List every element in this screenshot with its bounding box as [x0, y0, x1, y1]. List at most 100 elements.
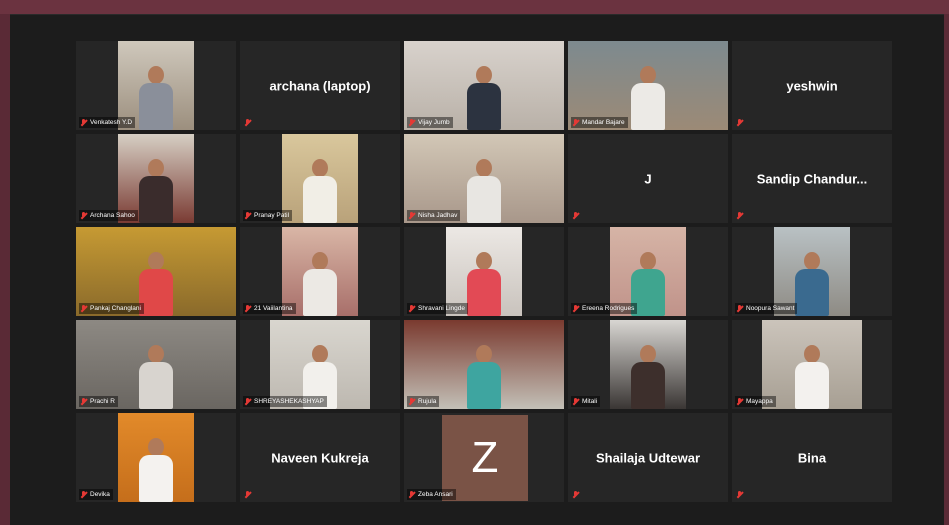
muted-mic-icon — [245, 118, 251, 127]
participant-name-label: Pankaj Changlani — [79, 303, 144, 314]
participant-head — [148, 252, 164, 270]
muted-mic-icon — [81, 304, 87, 313]
participant-status-label — [243, 489, 254, 500]
participant-tile[interactable]: Pranay Patil — [240, 134, 400, 223]
participant-tile[interactable]: Ereena Rodrigues — [568, 227, 728, 316]
participant-name-label: Devika — [79, 489, 113, 500]
participant-status-label — [735, 210, 746, 221]
muted-mic-icon — [245, 211, 251, 220]
participant-display-name: J — [644, 171, 652, 186]
participant-tile[interactable]: 21 Vaiilantina — [240, 227, 400, 316]
muted-mic-icon — [573, 490, 579, 499]
participant-head — [476, 345, 492, 363]
participant-name: Mayappa — [746, 398, 773, 405]
muted-mic-icon — [737, 118, 743, 127]
participant-name: Mitali — [582, 398, 598, 405]
muted-mic-icon — [409, 118, 415, 127]
participant-figure — [795, 345, 829, 409]
participant-figure — [303, 252, 337, 316]
participant-tile[interactable]: archana (laptop) — [240, 41, 400, 130]
participant-tile[interactable]: Noopura Sawant — [732, 227, 892, 316]
participant-display-name: Bina — [797, 450, 827, 465]
participant-display-name: Shailaja Udtewar — [595, 450, 701, 465]
participant-name-label: Shravani Lingde — [407, 303, 468, 314]
muted-mic-icon — [245, 304, 251, 313]
participant-head — [148, 66, 164, 84]
participant-head — [476, 159, 492, 177]
muted-mic-icon — [245, 397, 251, 406]
participant-name: Zeba Ansari — [418, 491, 453, 498]
participant-tile[interactable]: Z Zeba Ansari — [404, 413, 564, 502]
muted-mic-icon — [737, 211, 743, 220]
window-top-strip — [0, 0, 949, 14]
participant-body — [303, 269, 337, 316]
participant-tile[interactable]: Shravani Lingde — [404, 227, 564, 316]
participant-tile[interactable]: J — [568, 134, 728, 223]
muted-mic-icon — [573, 118, 579, 127]
participant-name: Pranay Patil — [254, 212, 290, 219]
participant-tile[interactable]: Archana Sahoo — [76, 134, 236, 223]
participant-tile[interactable]: Sandip Chandur... — [732, 134, 892, 223]
participant-head — [476, 66, 492, 84]
participant-body — [139, 176, 173, 223]
participant-gallery-grid: Venkatesh Y.D archana (laptop) Vijay Jumb M… — [76, 41, 892, 502]
participant-body — [467, 176, 501, 223]
participant-tile[interactable]: Shailaja Udtewar — [568, 413, 728, 502]
muted-mic-icon — [81, 118, 87, 127]
participant-head — [640, 66, 656, 84]
muted-mic-icon — [245, 490, 251, 499]
participant-tile[interactable]: Rujula — [404, 320, 564, 409]
participant-name: Pankaj Changlani — [90, 305, 141, 312]
participant-tile[interactable]: Mitali — [568, 320, 728, 409]
participant-status-label — [735, 489, 746, 500]
participant-body — [303, 176, 337, 223]
participant-head — [148, 438, 164, 456]
participant-tile[interactable]: Devika — [76, 413, 236, 502]
participant-name: Venkatesh Y.D — [90, 119, 133, 126]
participant-name: Noopura Sawant — [746, 305, 795, 312]
muted-mic-icon — [81, 397, 87, 406]
participant-body — [795, 269, 829, 316]
participant-status-label — [243, 117, 254, 128]
participant-tile[interactable]: SHREYASHEKASHYAP — [240, 320, 400, 409]
muted-mic-icon — [573, 211, 579, 220]
participant-tile[interactable]: Nisha Jadhav — [404, 134, 564, 223]
participant-name-label: Prachi R — [79, 396, 118, 407]
participant-head — [640, 252, 656, 270]
participant-figure — [467, 66, 501, 130]
participant-figure — [631, 66, 665, 130]
participant-tile[interactable]: Mandar Bajare — [568, 41, 728, 130]
muted-mic-icon — [409, 397, 415, 406]
participant-tile[interactable]: Vijay Jumb — [404, 41, 564, 130]
participant-tile[interactable]: yeshwin — [732, 41, 892, 130]
participant-head — [312, 252, 328, 270]
participant-video — [282, 134, 358, 223]
participant-tile[interactable]: Bina — [732, 413, 892, 502]
participant-tile[interactable]: Prachi R — [76, 320, 236, 409]
participant-head — [804, 252, 820, 270]
muted-mic-icon — [737, 397, 743, 406]
muted-mic-icon — [737, 304, 743, 313]
participant-name-label: Mandar Bajare — [571, 117, 628, 128]
participant-body — [139, 83, 173, 130]
participant-name: 21 Vaiilantina — [254, 305, 293, 312]
participant-status-label — [735, 117, 746, 128]
participant-head — [312, 159, 328, 177]
participant-name: Ereena Rodrigues — [582, 305, 635, 312]
participant-tile[interactable]: Mayappa — [732, 320, 892, 409]
participant-figure — [139, 159, 173, 223]
participant-status-label — [571, 210, 582, 221]
participant-figure — [467, 345, 501, 409]
muted-mic-icon — [81, 211, 87, 220]
participant-video — [118, 413, 194, 502]
participant-name: Shravani Lingde — [418, 305, 465, 312]
participant-tile[interactable]: Naveen Kukreja — [240, 413, 400, 502]
participant-figure — [139, 438, 173, 502]
participant-tile[interactable]: Pankaj Changlani — [76, 227, 236, 316]
participant-name: Mandar Bajare — [582, 119, 625, 126]
participant-body — [467, 362, 501, 409]
participant-name: SHREYASHEKASHYAP — [254, 398, 324, 405]
participant-tile[interactable]: Venkatesh Y.D — [76, 41, 236, 130]
participant-name: Vijay Jumb — [418, 119, 450, 126]
participant-head — [476, 252, 492, 270]
